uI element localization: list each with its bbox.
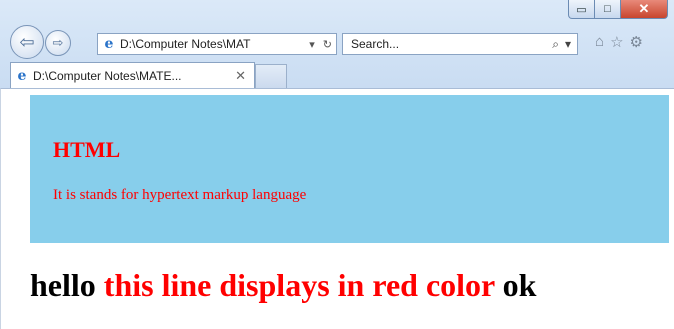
search-box[interactable]: Search... ⌕ ▾ [342, 33, 578, 55]
toolbar-icons: ⌂ ☆ ⚙ [595, 33, 643, 51]
search-dropdown-icon[interactable]: ▾ [565, 37, 577, 51]
mixed-color-line: hello this line displays in red color ok [30, 267, 536, 304]
ie-tab-icon: e [17, 67, 27, 84]
maximize-button[interactable]: □ [595, 0, 621, 19]
ie-page-icon: e [104, 36, 114, 52]
minimize-button[interactable]: ▭ [568, 0, 595, 19]
page-paragraph: It is stands for hypertext markup langua… [53, 187, 307, 203]
address-text[interactable]: D:\Computer Notes\MAT [120, 37, 305, 51]
window-controls: ▭ □ ✕ [568, 0, 668, 19]
page-heading: HTML [53, 137, 121, 162]
forward-button[interactable]: ⇨ [45, 30, 71, 56]
search-input[interactable]: Search... [351, 37, 552, 51]
address-bar[interactable]: e D:\Computer Notes\MAT ▾ ↻ [97, 33, 337, 55]
tab-title: D:\Computer Notes\MATE... [33, 68, 182, 83]
close-window-button[interactable]: ✕ [621, 0, 668, 19]
tab-row: e D:\Computer Notes\MATE... ✕ [0, 62, 674, 88]
line-end: ok [502, 267, 537, 303]
new-tab-button[interactable] [255, 64, 287, 88]
refresh-icon[interactable]: ↻ [319, 38, 336, 51]
page-content: HTML It is stands for hypertext markup l… [0, 88, 674, 329]
line-red-text: this line displays in red color [103, 267, 495, 303]
back-button[interactable]: ⇦ [10, 25, 44, 59]
favorites-icon[interactable]: ☆ [610, 33, 623, 51]
settings-icon[interactable]: ⚙ [630, 33, 643, 51]
browser-chrome: ▭ □ ✕ ⇦ ⇨ e D:\Computer Notes\MAT ▾ ↻ Se… [0, 0, 674, 88]
home-icon[interactable]: ⌂ [595, 33, 604, 51]
search-icon[interactable]: ⌕ [552, 37, 565, 52]
html-info-panel: HTML It is stands for hypertext markup l… [30, 95, 669, 243]
address-dropdown-icon[interactable]: ▾ [305, 38, 319, 51]
line-start: hello [30, 267, 96, 303]
tab-active[interactable]: e D:\Computer Notes\MATE... ✕ [10, 62, 255, 88]
tab-close-icon[interactable]: ✕ [235, 68, 254, 84]
